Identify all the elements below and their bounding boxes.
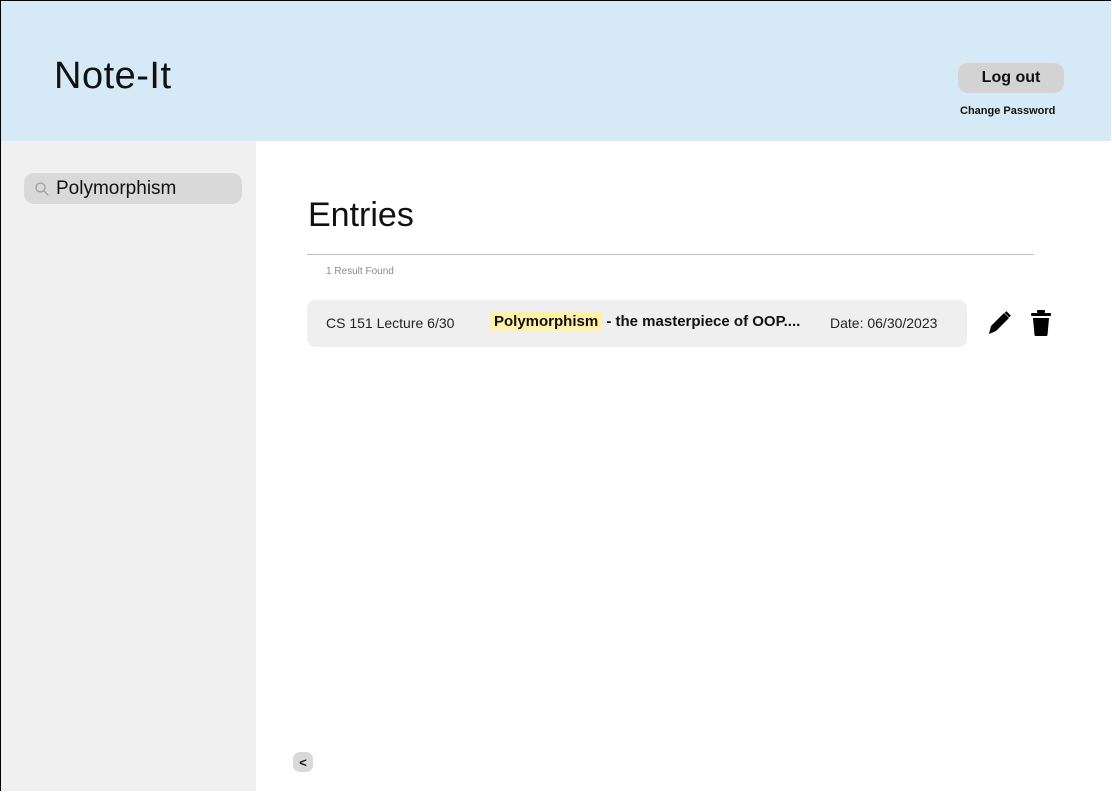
app-title: Note-It (54, 55, 172, 97)
entry-date: Date: 06/30/2023 (830, 315, 938, 331)
header: Note-It Log out Change Password (1, 1, 1111, 141)
app-window: Note-It Log out Change Password Polymorp… (0, 0, 1111, 791)
entry-title: Polymorphism - the masterpiece of OOP...… (490, 312, 801, 331)
pencil-icon (989, 311, 1011, 334)
search-match-highlight: Polymorphism (490, 312, 603, 331)
search-query[interactable]: Polymorphism (56, 178, 176, 200)
entry-title-rest: - the masterpiece of OOP.... (602, 313, 801, 330)
entry-row[interactable]: CS 151 Lecture 6/30 Polymorphism - the m… (307, 300, 967, 347)
delete-button[interactable] (1030, 309, 1052, 337)
entry-course: CS 151 Lecture 6/30 (326, 315, 455, 331)
page-title: Entries (308, 196, 414, 234)
change-password-link[interactable]: Change Password (960, 105, 1055, 117)
search-icon (35, 181, 49, 196)
logout-button[interactable]: Log out (958, 63, 1064, 93)
result-count: 1 Result Found (326, 266, 394, 277)
main-content: Entries 1 Result Found CS 151 Lecture 6/… (256, 141, 1111, 791)
sidebar: Polymorphism (1, 141, 256, 791)
trash-icon (1031, 310, 1051, 336)
search-input[interactable]: Polymorphism (24, 173, 242, 204)
edit-button[interactable] (985, 309, 1013, 337)
divider (307, 254, 1034, 255)
collapse-sidebar-button[interactable]: < (293, 752, 313, 772)
